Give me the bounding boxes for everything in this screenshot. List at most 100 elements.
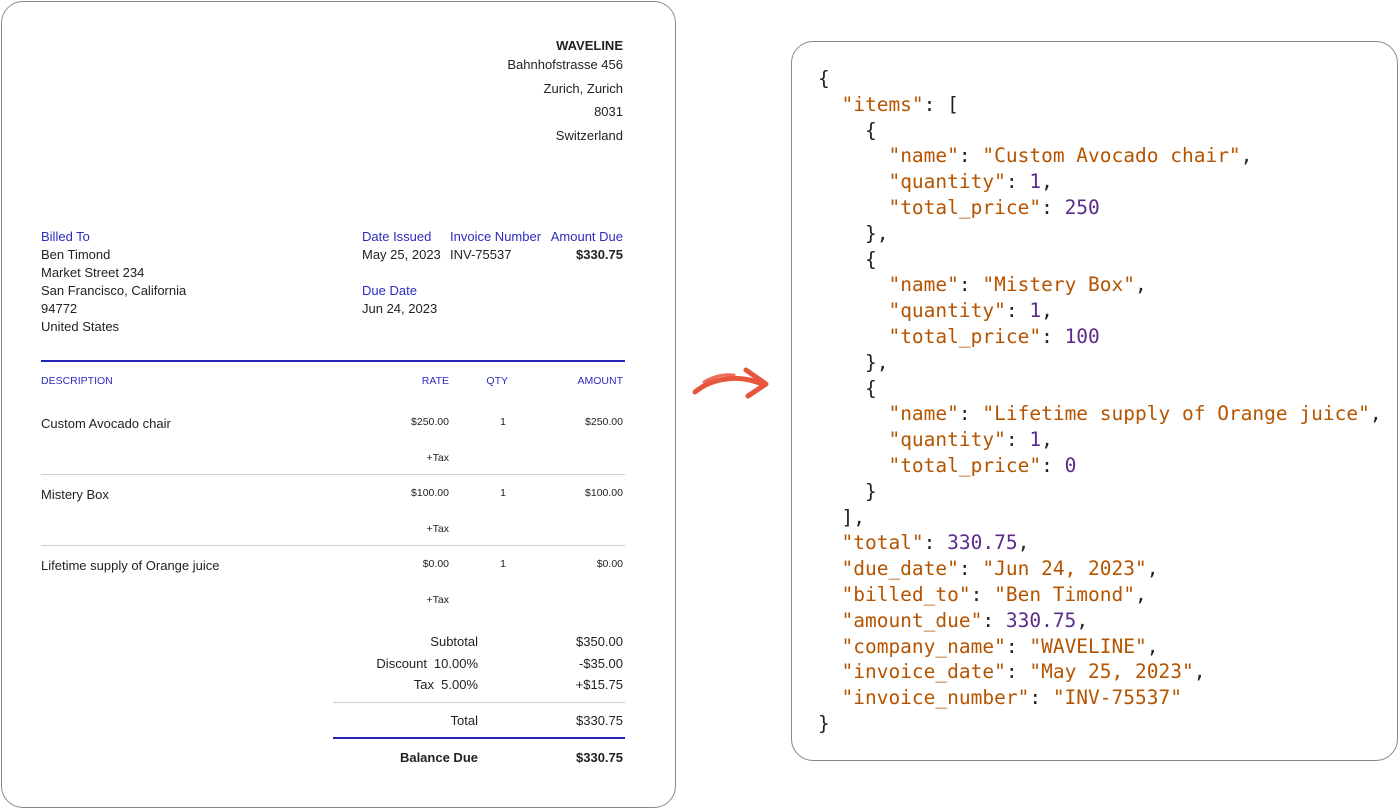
- json-code-line: {: [818, 376, 1382, 402]
- json-punct: :: [1041, 324, 1065, 348]
- json-punct: :: [970, 582, 995, 606]
- json-key: "name": [888, 402, 959, 426]
- json-punct: ,: [1146, 557, 1159, 581]
- totals-divider: [333, 702, 625, 703]
- json-key: "items": [841, 92, 924, 116]
- json-punct: ,: [1017, 531, 1030, 555]
- json-code-line: "total_price": 250: [818, 195, 1382, 221]
- json-code-line: "invoice_number": "INV-75537": [818, 685, 1382, 711]
- json-punct: }: [818, 711, 830, 735]
- row-divider: [41, 545, 625, 546]
- balance-due-value: $330.75: [576, 750, 623, 765]
- json-punct: [818, 635, 841, 658]
- json-punct: ,: [1240, 144, 1253, 168]
- line-item-description: Mistery Box: [41, 487, 109, 502]
- json-key: "due_date": [841, 557, 959, 581]
- json-punct: :: [1041, 453, 1065, 477]
- line-item-qty: 1: [500, 416, 506, 428]
- line-item-tax: +Tax: [426, 594, 449, 606]
- json-code-line: "quantity": 1,: [818, 169, 1382, 195]
- json-punct: [818, 583, 841, 606]
- json-number: 1: [1029, 428, 1042, 452]
- json-punct: [818, 93, 841, 116]
- json-code-line: "quantity": 1,: [818, 298, 1382, 324]
- json-string: "Mistery Box": [982, 273, 1136, 297]
- json-punct: {: [818, 247, 877, 271]
- json-punct: },: [818, 221, 889, 245]
- json-punct: {: [818, 118, 877, 142]
- json-output-panel: { "items": [ { "name": "Custom Avocado c…: [791, 41, 1398, 761]
- json-key: "quantity": [888, 170, 1006, 194]
- json-key: "company_name": [841, 634, 1006, 658]
- json-code-line: "items": [: [818, 92, 1382, 118]
- date-issued-value: May 25, 2023: [362, 247, 441, 262]
- json-string: "Custom Avocado chair": [982, 144, 1241, 168]
- line-item-rate: $250.00: [411, 416, 449, 428]
- company-name: WAVELINE: [556, 38, 623, 53]
- json-key: "total_price": [888, 324, 1042, 348]
- invoice-number-label: Invoice Number: [450, 229, 542, 244]
- due-date-value: Jun 24, 2023: [362, 301, 438, 316]
- json-code-line: }: [818, 479, 1382, 505]
- json-key: "name": [888, 273, 959, 297]
- json-code-line: ],: [818, 505, 1382, 531]
- json-punct: [818, 609, 841, 632]
- discount-rate: 10.00%: [433, 656, 478, 671]
- json-punct: [818, 273, 888, 296]
- json-punct: ,: [1041, 170, 1053, 194]
- json-string: "WAVELINE": [1029, 634, 1147, 658]
- json-punct: : [: [923, 92, 959, 116]
- column-header-qty: QTY: [486, 375, 508, 387]
- json-code-line: {: [818, 118, 1382, 144]
- json-code-line: "name": "Mistery Box",: [818, 272, 1382, 298]
- line-item-description: Lifetime supply of Orange juice: [41, 558, 220, 573]
- row-divider: [41, 474, 625, 475]
- json-punct: :: [958, 402, 983, 426]
- json-code-line: },: [818, 350, 1382, 376]
- json-key: "total_price": [888, 453, 1042, 477]
- line-item-description: Custom Avocado chair: [41, 416, 171, 431]
- json-punct: ,: [1041, 428, 1053, 452]
- json-string: "INV-75537": [1052, 686, 1182, 710]
- json-number: 250: [1064, 195, 1100, 219]
- json-code-line: "name": "Custom Avocado chair",: [818, 143, 1382, 169]
- json-punct: [818, 196, 888, 219]
- json-punct: }: [818, 479, 877, 503]
- tax-rate: 5.00%: [441, 677, 478, 692]
- column-header-description: DESCRIPTION: [41, 375, 113, 387]
- column-header-rate: RATE: [421, 375, 449, 387]
- tax-value: +$15.75: [575, 677, 623, 692]
- json-number: 1: [1029, 170, 1042, 194]
- json-key: "billed_to": [841, 582, 971, 606]
- line-item-rate: $0.00: [422, 558, 449, 570]
- balance-due-label: Balance Due: [399, 750, 478, 765]
- json-punct: [818, 325, 888, 348]
- total-label: Total: [450, 713, 478, 728]
- billed-to-label: Billed To: [41, 229, 90, 244]
- json-punct: :: [1005, 634, 1030, 658]
- json-code-line: "due_date": "Jun 24, 2023",: [818, 556, 1382, 582]
- json-key: "quantity": [888, 428, 1006, 452]
- json-number: 100: [1064, 324, 1100, 348]
- line-item-qty: 1: [500, 558, 506, 570]
- json-string: "Lifetime supply of Orange juice": [982, 402, 1370, 426]
- subtotal-value: $350.00: [576, 634, 623, 649]
- json-code-line: "total_price": 100: [818, 324, 1382, 350]
- json-punct: :: [958, 273, 983, 297]
- due-date-label: Due Date: [362, 283, 417, 298]
- company-address-line: Switzerland: [555, 128, 623, 143]
- json-key: "total_price": [888, 195, 1042, 219]
- json-punct: :: [958, 557, 983, 581]
- invoice-document: WAVELINE Bahnhofstrasse 456 Zurich, Zuri…: [1, 1, 676, 808]
- json-punct: [818, 454, 888, 477]
- json-key: "invoice_date": [841, 660, 1006, 684]
- json-code-line: "total_price": 0: [818, 453, 1382, 479]
- company-address-line: 8031: [594, 104, 623, 119]
- json-punct: [818, 428, 888, 451]
- json-string: "Ben Timond": [994, 582, 1135, 606]
- subtotal-label: Subtotal: [430, 634, 478, 649]
- json-code-line: "name": "Lifetime supply of Orange juice…: [818, 401, 1381, 427]
- json-punct: [818, 144, 888, 167]
- invoice-number-value: INV-75537: [450, 247, 512, 262]
- json-punct: [818, 402, 888, 425]
